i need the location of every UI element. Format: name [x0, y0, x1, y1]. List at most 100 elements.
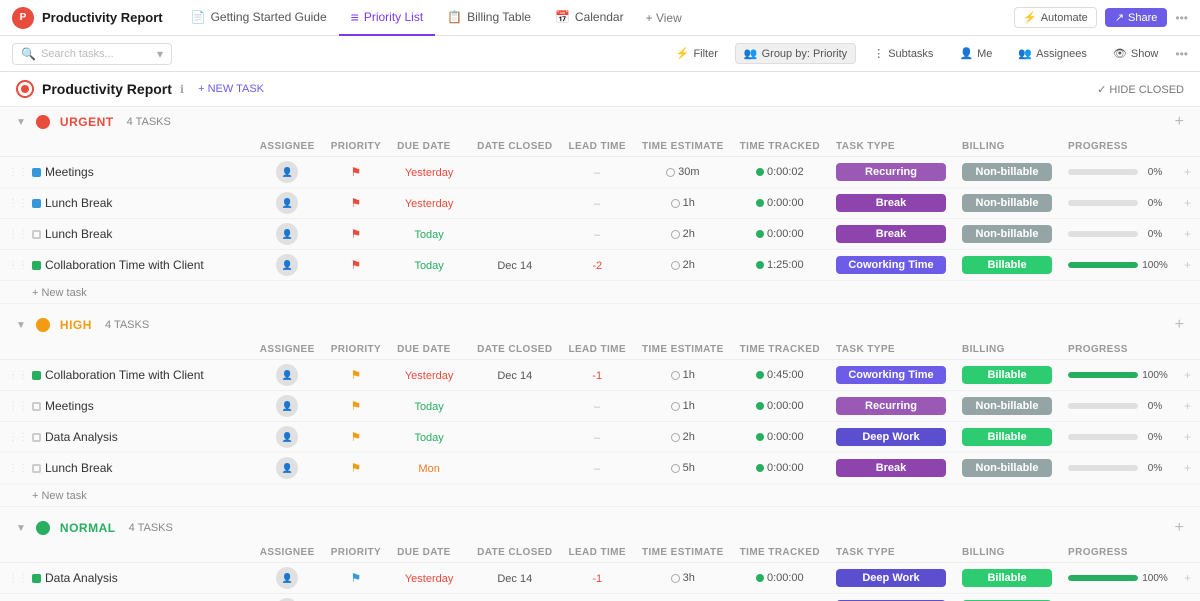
task-name-cell: ⋮⋮ Data Analysis	[0, 422, 252, 453]
task-status-box[interactable]	[32, 464, 41, 473]
progress-bar-bg	[1068, 262, 1138, 268]
add-column-icon[interactable]: +	[1175, 113, 1184, 131]
task-type-cell: Break	[828, 219, 954, 250]
add-col-icon[interactable]: +	[1184, 368, 1191, 382]
filter-button[interactable]: ⚡ Filter	[667, 43, 727, 64]
project-info-icon[interactable]: ℹ	[180, 83, 184, 96]
time-estimate-cell: 30m	[634, 157, 732, 188]
task-status-box[interactable]	[32, 168, 41, 177]
lead-time-cell: –	[560, 453, 634, 484]
add-col-icon[interactable]: +	[1184, 227, 1191, 241]
share-button[interactable]: ↗ Share	[1105, 8, 1168, 27]
drag-handle: ⋮⋮	[8, 167, 28, 178]
app-logo: P	[12, 7, 34, 29]
new-task-link[interactable]: + New task	[8, 490, 87, 502]
tab-getting-started[interactable]: 📄 Getting Started Guide	[179, 0, 339, 36]
th-due-date: DUE DATE	[389, 340, 469, 360]
search-box[interactable]: 🔍 Search tasks... ▾	[12, 43, 172, 65]
progress-percent: 0%	[1142, 401, 1168, 412]
task-name-cell: ⋮⋮ Data Analysis	[0, 563, 252, 594]
table-row[interactable]: ⋮⋮ Meetings 👤 ⚑ Yesterday –	[0, 157, 1200, 188]
table-row[interactable]: ⋮⋮ Collaboration Time with Client 👤 ⚑ Ye…	[0, 360, 1200, 391]
tab-billing-table[interactable]: 📋 Billing Table	[435, 0, 543, 36]
task-name: Lunch Break	[45, 227, 112, 241]
drag-handle: ⋮⋮	[8, 401, 28, 412]
hide-closed-button[interactable]: ✓ HIDE CLOSED	[1097, 83, 1184, 96]
table-row[interactable]: ⋮⋮ Meetings 👤 ⚑ Today –	[0, 391, 1200, 422]
priority-flag-icon: ⚑	[351, 399, 362, 413]
billing-badge: Billable	[962, 428, 1052, 446]
add-col-icon[interactable]: +	[1184, 196, 1191, 210]
progress-bar-fill	[1068, 575, 1138, 581]
table-row[interactable]: ⋮⋮ Lunch Break 👤 ⚑ Today –	[0, 219, 1200, 250]
due-date-cell: Today	[389, 422, 469, 453]
tab-priority-list[interactable]: ≡ Priority List	[339, 0, 436, 36]
group-header-high[interactable]: ▼ HIGH 4 TASKS +	[0, 310, 1200, 340]
progress-bar-bg	[1068, 465, 1138, 471]
group-header-urgent[interactable]: ▼ URGENT 4 TASKS +	[0, 107, 1200, 137]
table-row[interactable]: ⋮⋮ Data Analysis 👤 ⚑ Yesterday Dec 14 -	[0, 563, 1200, 594]
tracked-value: 1:25:00	[767, 259, 804, 271]
add-col-icon[interactable]: +	[1184, 165, 1191, 179]
group-by-button[interactable]: 👥 Group by: Priority	[735, 43, 856, 64]
task-name: Collaboration Time with Client	[45, 368, 204, 382]
add-column-icon[interactable]: +	[1175, 519, 1184, 537]
tab-calendar[interactable]: 📅 Calendar	[543, 0, 636, 36]
new-task-row[interactable]: + New task	[0, 484, 1200, 507]
table-row[interactable]: ⋮⋮ Data Analysis 👤 ⚑ Today –	[0, 422, 1200, 453]
add-col-icon-cell: +	[1176, 250, 1200, 281]
add-col-icon[interactable]: +	[1184, 258, 1191, 272]
automate-button[interactable]: ⚡ Automate	[1014, 7, 1097, 28]
new-task-link[interactable]: + New task	[8, 287, 87, 299]
add-view-button[interactable]: + View	[636, 0, 692, 36]
task-status-box[interactable]	[32, 261, 41, 270]
add-col-icon[interactable]: +	[1184, 399, 1191, 413]
tracked-dot	[756, 433, 764, 441]
chevron-down-icon: ▾	[157, 47, 163, 61]
assignee-cell: 👤	[252, 594, 323, 601]
drag-handle: ⋮⋮	[8, 432, 28, 443]
due-date-value: Yesterday	[405, 198, 454, 210]
add-col-icon[interactable]: +	[1184, 430, 1191, 444]
table-row[interactable]: ⋮⋮ Data Analysis 👤 ⚑ Mon –	[0, 594, 1200, 601]
subtasks-button[interactable]: ⋮ Subtasks	[864, 43, 942, 64]
task-status-box[interactable]	[32, 402, 41, 411]
main-content: Productivity Report ℹ + NEW TASK ✓ HIDE …	[0, 72, 1200, 601]
add-column-icon[interactable]: +	[1175, 316, 1184, 334]
due-date-value: Yesterday	[405, 167, 454, 179]
tracked-dot	[756, 168, 764, 176]
progress-bar-fill	[1068, 372, 1138, 378]
new-task-row[interactable]: + New task	[0, 281, 1200, 304]
table-row[interactable]: ⋮⋮ Lunch Break 👤 ⚑ Yesterday –	[0, 188, 1200, 219]
task-status-box[interactable]	[32, 574, 41, 583]
estimate-icon	[671, 261, 680, 270]
task-status-box[interactable]	[32, 433, 41, 442]
more-options-icon[interactable]: •••	[1175, 11, 1188, 25]
th-time-estimate: TIME ESTIMATE	[634, 340, 732, 360]
due-date-value: Today	[414, 432, 443, 444]
progress-cell: 0%	[1060, 188, 1176, 219]
lead-time-value: –	[594, 463, 600, 475]
task-name: Meetings	[45, 399, 94, 413]
billing-badge: Non-billable	[962, 225, 1052, 243]
lead-time-cell: –	[560, 594, 634, 601]
more-toolbar-icon[interactable]: •••	[1175, 47, 1188, 61]
add-col-icon[interactable]: +	[1184, 461, 1191, 475]
progress-percent: 0%	[1142, 463, 1168, 474]
show-button[interactable]: 👁 Show	[1104, 43, 1168, 64]
share-icon: ↗	[1115, 11, 1124, 24]
assignees-button[interactable]: 👥 Assignees	[1009, 43, 1095, 64]
task-type-badge: Break	[836, 459, 946, 477]
add-col-icon[interactable]: +	[1184, 571, 1191, 585]
new-task-button[interactable]: + NEW TASK	[192, 81, 270, 97]
task-status-box[interactable]	[32, 230, 41, 239]
table-row[interactable]: ⋮⋮ Lunch Break 👤 ⚑ Mon –	[0, 453, 1200, 484]
th-progress: PROGRESS	[1060, 543, 1176, 563]
billing-cell: Billable	[954, 360, 1060, 391]
task-status-box[interactable]	[32, 199, 41, 208]
task-status-box[interactable]	[32, 371, 41, 380]
me-button[interactable]: 👤 Me	[950, 43, 1001, 64]
table-row[interactable]: ⋮⋮ Collaboration Time with Client 👤 ⚑ To…	[0, 250, 1200, 281]
group-header-normal[interactable]: ▼ NORMAL 4 TASKS +	[0, 513, 1200, 543]
due-date-cell: Yesterday	[389, 188, 469, 219]
